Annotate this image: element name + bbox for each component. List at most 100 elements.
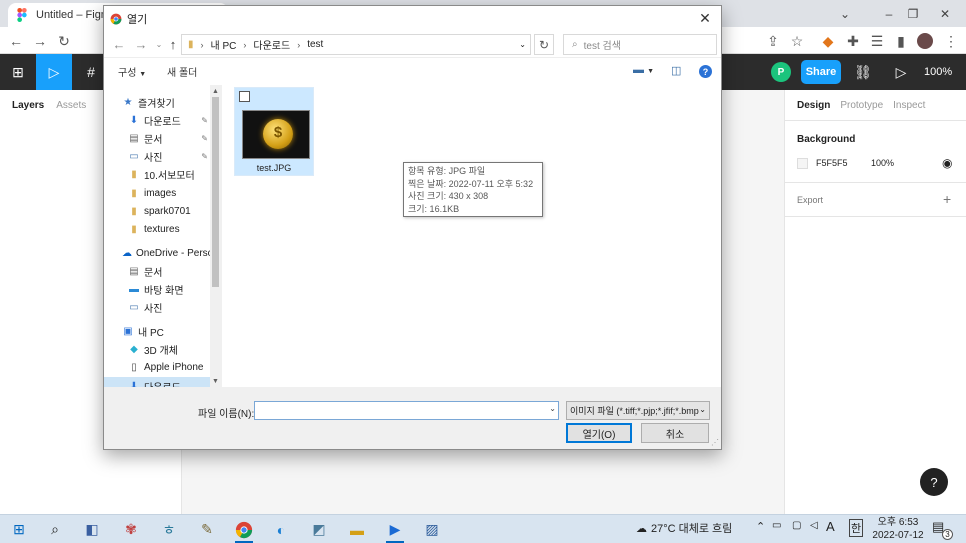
hangul-app-icon[interactable]: ㅎ (152, 515, 186, 543)
close-window-button[interactable]: ✕ (922, 0, 966, 27)
breadcrumb-item[interactable]: 내 PC (211, 37, 237, 52)
background-hex[interactable]: F5F5F5 (816, 158, 848, 168)
chrome-taskbar-icon[interactable] (227, 515, 261, 543)
back-icon[interactable]: ← (5, 30, 27, 52)
side-panel-icon[interactable]: ▮ (890, 30, 912, 52)
open-button[interactable]: 열기(O) (566, 423, 632, 443)
breadcrumb-item[interactable]: 다운로드 (253, 37, 290, 52)
present-play-icon[interactable]: ▷ (888, 54, 914, 90)
zoom-level[interactable]: 100% (924, 54, 952, 90)
tab-prototype[interactable]: Prototype (840, 100, 883, 111)
file-item[interactable]: test.JPG (234, 87, 314, 176)
help-icon[interactable]: ? (699, 65, 712, 78)
nav-item-desktop[interactable]: ▬ 바탕 화면 (128, 280, 221, 298)
clock-date: 2022-07-12 (872, 530, 924, 541)
nav-item-documents[interactable]: ▤ 문서 ✎ (128, 129, 210, 147)
edge-icon[interactable]: ◐ (264, 515, 298, 543)
weather-widget[interactable]: ☁ 27°C 대체로 흐림 (636, 520, 732, 536)
nav-item-3d-objects[interactable]: ◆ 3D 개체 (128, 340, 221, 358)
back-icon[interactable]: ← (110, 34, 128, 54)
tab-layers[interactable]: Layers (12, 100, 44, 111)
nav-item-documents[interactable]: ▤ 문서 (128, 262, 221, 280)
help-button[interactable]: ? (920, 468, 948, 496)
file-explorer-icon[interactable]: ▬ (340, 515, 374, 543)
nav-item-pictures[interactable]: ▭ 사진 ✎ (128, 147, 210, 165)
forward-icon[interactable]: → (132, 34, 150, 54)
nav-item-folder[interactable]: ▮ 10.서보모터 (128, 165, 221, 183)
nav-item-pictures[interactable]: ▭ 사진 (128, 298, 221, 316)
nav-scrollbar[interactable]: ▲ ▼ (210, 85, 221, 387)
resize-grip-icon[interactable]: ⋰ (711, 438, 719, 447)
share-page-icon[interactable]: ⇪ (762, 30, 784, 52)
ime-indicator[interactable]: A (826, 519, 835, 534)
nav-item-downloads[interactable]: ⬇ 다운로드 ✎ (128, 111, 210, 129)
view-options-icon[interactable]: ▬ ▼ (633, 64, 654, 76)
bookmark-star-icon[interactable]: ☆ (786, 30, 808, 52)
move-tool-icon[interactable]: ▷ (36, 54, 72, 90)
address-bar[interactable]: ▮ › 내 PC › 다운로드 › test ⌄ (181, 34, 531, 55)
forward-icon[interactable]: → (29, 30, 51, 52)
nav-item-downloads[interactable]: ⬇다운로드 (104, 377, 210, 387)
tab-assets[interactable]: Assets (56, 100, 86, 111)
nav-item-this-pc[interactable]: ▣ 내 PC (122, 322, 221, 340)
tray-chevron-icon[interactable]: ⌃ (756, 520, 765, 533)
profile-avatar[interactable] (914, 30, 936, 52)
breadcrumb-item[interactable]: test (307, 39, 323, 50)
share-button[interactable]: Share (801, 60, 841, 84)
scroll-up-icon[interactable]: ▲ (210, 85, 221, 97)
new-folder-button[interactable]: 새 폴더 (167, 64, 197, 79)
nav-item-onedrive[interactable]: ☁ OneDrive - Person (122, 244, 210, 262)
background-opacity[interactable]: 100% (871, 158, 894, 168)
preview-pane-icon[interactable]: ◫ (671, 64, 681, 77)
link-icon[interactable]: ⛓ (850, 54, 876, 90)
tab-design[interactable]: Design (797, 100, 830, 111)
cancel-button[interactable]: 취소 (641, 423, 709, 443)
metamask-icon[interactable]: ◆ (817, 30, 839, 52)
reload-icon[interactable]: ↻ (53, 30, 75, 52)
tab-inspect[interactable]: Inspect (893, 100, 925, 111)
app-icon[interactable]: ✾ (114, 515, 148, 543)
tooltip-dimensions: 사진 크기: 430 x 308 (408, 191, 489, 201)
filename-input[interactable]: ⌄ (254, 401, 559, 420)
nav-item-iphone[interactable]: ▯ Apple iPhone (128, 358, 221, 376)
chevron-down-icon[interactable]: ⌄ (549, 404, 556, 413)
search-input[interactable]: ⌕ test 검색 (563, 34, 717, 55)
nav-item-folder[interactable]: ▮ images (128, 184, 221, 202)
up-icon[interactable]: ↑ (164, 34, 182, 54)
organize-menu[interactable]: 구성 ▼ (118, 64, 146, 79)
nav-item-favorites[interactable]: ★ 즐겨찾기 (122, 93, 221, 111)
nav-item-folder[interactable]: ▮ spark0701 (128, 202, 221, 220)
search-icon[interactable]: ⌕ (38, 515, 72, 543)
windows-start-icon[interactable]: ⊞ (2, 515, 36, 543)
dialog-titlebar[interactable]: 열기 ✕ (104, 6, 721, 31)
refresh-icon[interactable]: ↻ (534, 34, 554, 55)
background-swatch[interactable] (797, 158, 808, 169)
battery-icon[interactable]: ▭ (772, 520, 781, 531)
main-menu-icon[interactable]: ⊞ (0, 54, 36, 90)
frame-tool-icon[interactable]: # (76, 54, 106, 90)
media-player-icon[interactable]: ▶ (378, 515, 412, 543)
collaborator-avatar[interactable]: P (771, 62, 791, 82)
scroll-down-icon[interactable]: ▼ (210, 375, 221, 387)
ime-mode[interactable]: 한 (849, 519, 864, 537)
app-icon[interactable]: ◩ (302, 515, 336, 543)
dialog-close-button[interactable]: ✕ (695, 9, 715, 27)
filetype-select[interactable]: 이미지 파일 (*.tiff;*.pjp;*.jfif;*.bmp ⌄ (566, 401, 710, 420)
clock[interactable]: 오후 6:53 2022-07-12 (870, 516, 926, 542)
menu-icon[interactable]: ⋮ (940, 30, 962, 52)
scrollbar-thumb[interactable] (212, 97, 219, 287)
photos-icon[interactable]: ▨ (415, 515, 449, 543)
file-checkbox[interactable] (239, 91, 250, 102)
paint-app-icon[interactable]: ✎ (190, 515, 224, 543)
network-icon[interactable]: ▢ (792, 520, 801, 531)
eye-icon[interactable]: ◉ (942, 156, 952, 170)
chevron-down-icon[interactable]: ⌄ (519, 40, 526, 49)
app-icon[interactable]: ◧ (75, 515, 109, 543)
tab-search-icon[interactable]: ⌄ (822, 0, 868, 27)
extensions-icon[interactable]: ✚ (842, 30, 864, 52)
reading-list-icon[interactable]: ☰ (866, 30, 888, 52)
volume-icon[interactable]: ◁ (810, 520, 818, 531)
add-export-icon[interactable]: + (943, 191, 951, 207)
nav-item-folder[interactable]: ▮ textures (128, 220, 221, 238)
file-list-pane[interactable]: test.JPG 항목 유형: JPG 파일 찍은 날짜: 2022-07-11… (222, 85, 721, 387)
